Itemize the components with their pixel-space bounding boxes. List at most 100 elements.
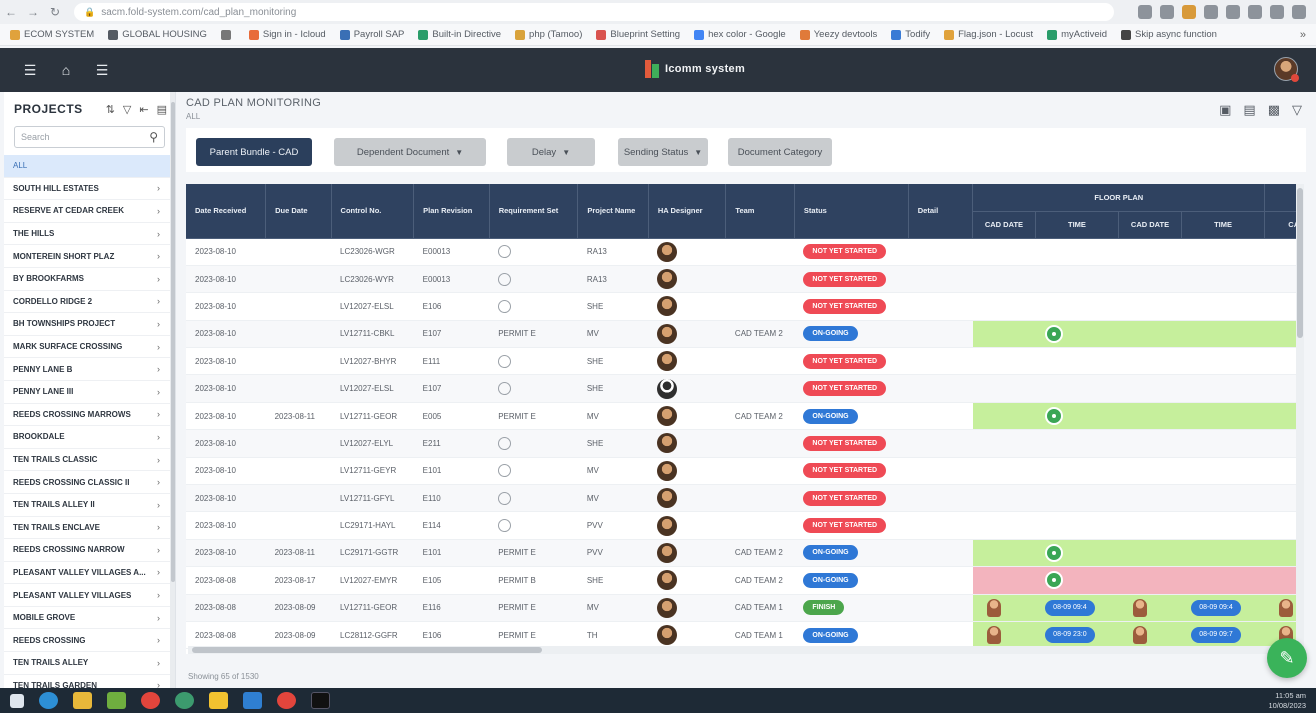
sort-icon[interactable]: ⇅	[106, 103, 115, 116]
edge-browser-icon[interactable]	[39, 692, 58, 709]
cad-date-badge[interactable]: 08-09 09:4	[1191, 599, 1241, 616]
table-row[interactable]: 2023-08-08 2023-08-09 LC28112-GGFR E106 PERM…	[186, 621, 1298, 650]
bookmark-item[interactable]: ECOM SYSTEM	[10, 29, 94, 40]
star-icon[interactable]	[1160, 5, 1174, 19]
status-badge[interactable]: NOT YET STARTED	[803, 244, 887, 260]
designer-avatar[interactable]	[657, 406, 678, 427]
list-icon[interactable]: ☰	[94, 62, 110, 79]
status-badge[interactable]: NOT YET STARTED	[803, 381, 887, 397]
table-vertical-scrollbar[interactable]	[1296, 184, 1304, 654]
extension-icon[interactable]	[1182, 5, 1196, 19]
cad-designer-avatar[interactable]	[1132, 626, 1147, 645]
collapse-icon[interactable]: ⇤	[139, 103, 148, 116]
table-row[interactable]: 2023-08-10 LC23026-WGR E00013 RA13 NOT YET S…	[186, 238, 1298, 266]
search-icon[interactable]: ⚲	[149, 130, 158, 144]
print-icon[interactable]: ▩	[1268, 102, 1280, 118]
sidebar-project-item[interactable]: PLEASANT VALLEY VILLAGES A... ›	[4, 562, 170, 585]
address-bar[interactable]: 🔒 sacm.fold-system.com/cad_plan_monitori…	[74, 3, 1114, 21]
dependent-document-dropdown[interactable]: Dependent Document ▼	[334, 138, 486, 166]
designer-avatar[interactable]	[657, 351, 678, 372]
table-row[interactable]: 2023-08-10 LV12711-CBKL E107 PERMIT E MV CAD …	[186, 320, 1298, 349]
chat-app-icon[interactable]	[175, 692, 194, 709]
column-header[interactable]: Detail	[908, 184, 974, 239]
sidepanel-icon[interactable]	[1248, 5, 1262, 19]
cad-designer-avatar[interactable]	[1278, 598, 1293, 617]
bookmark-item[interactable]: Todify	[891, 29, 930, 40]
spreadsheet-app-icon[interactable]	[107, 692, 126, 709]
sub-column-header[interactable]: CAD D	[1264, 211, 1298, 239]
delay-dropdown[interactable]: Delay ▼	[507, 138, 595, 166]
floor-plan-status-dot[interactable]	[1044, 543, 1063, 562]
parent-bundle-button[interactable]: Parent Bundle - CAD	[196, 138, 312, 166]
status-badge[interactable]: NOT YET STARTED	[803, 298, 887, 314]
status-badge[interactable]: ON-GOING	[803, 572, 858, 588]
designer-avatar[interactable]	[657, 269, 678, 290]
status-badge[interactable]: NOT YET STARTED	[803, 435, 887, 451]
table-row[interactable]: 2023-08-10 LV12027-ELYL E211 SHE NOT YET STA…	[186, 429, 1298, 458]
notes-app-icon[interactable]	[209, 692, 228, 709]
column-header[interactable]: HA Designer	[648, 184, 727, 239]
designer-avatar[interactable]	[657, 625, 678, 646]
menu-icon[interactable]	[1292, 5, 1306, 19]
sidebar-project-item[interactable]: BROOKDALE ›	[4, 426, 170, 449]
status-badge[interactable]: ON-GOING	[803, 545, 858, 561]
table-row[interactable]: 2023-08-10 LC29171-HAYL E114 PVV NOT YET STA…	[186, 511, 1298, 540]
requirement-radio[interactable]	[498, 436, 512, 450]
sidebar-search-input[interactable]: Search ⚲	[14, 126, 165, 148]
home-icon[interactable]: ⌂	[58, 62, 74, 78]
filter-icon[interactable]: ▽	[1292, 102, 1302, 118]
requirement-radio[interactable]	[498, 272, 512, 286]
chrome-browser-icon[interactable]	[277, 692, 296, 709]
forward-icon[interactable]: →	[22, 5, 44, 19]
requirement-radio[interactable]	[498, 299, 512, 313]
layout-icon[interactable]: ▤	[157, 103, 167, 116]
bookmarks-more-icon[interactable]: »	[1300, 29, 1306, 41]
column-header[interactable]: Control No.	[331, 184, 415, 239]
sidebar-project-item[interactable]: TEN TRAILS ALLEY II ›	[4, 494, 170, 517]
requirement-radio[interactable]	[498, 382, 512, 396]
edit-fab-button[interactable]: ✎	[1267, 638, 1307, 678]
floor-plan-status-dot[interactable]	[1044, 407, 1063, 426]
bookmark-item[interactable]: GLOBAL HOUSING	[108, 29, 207, 40]
requirement-radio[interactable]	[498, 354, 512, 368]
sidebar-project-item[interactable]: CORDELLO RIDGE 2 ›	[4, 291, 170, 314]
status-badge[interactable]: NOT YET STARTED	[803, 518, 887, 534]
floor-plan-status-dot[interactable]	[1044, 571, 1063, 590]
sidebar-project-item[interactable]: TEN TRAILS GARDEN ›	[4, 675, 170, 688]
sidebar-project-item[interactable]: TEN TRAILS ENCLAVE ›	[4, 517, 170, 540]
requirement-radio[interactable]	[498, 464, 512, 478]
column-header[interactable]: Requirement Set	[489, 184, 579, 239]
sidebar-project-item[interactable]: TEN TRAILS CLASSIC ›	[4, 449, 170, 472]
sidebar-project-item[interactable]: BY BROOKFARMS ›	[4, 268, 170, 291]
share-icon[interactable]	[1138, 5, 1152, 19]
cad-designer-avatar[interactable]	[986, 626, 1001, 645]
bookmark-item[interactable]: Flag.json - Locust	[944, 29, 1033, 40]
sidebar-project-item[interactable]: PENNY LANE B ›	[4, 358, 170, 381]
column-header[interactable]: Date Received	[186, 184, 267, 239]
bookmark-item[interactable]: Skip async function	[1121, 29, 1217, 40]
app-logo[interactable]: Icomm system	[645, 60, 745, 78]
bookmark-item[interactable]: php (Tamoo)	[515, 29, 582, 40]
sidebar-project-item[interactable]: REEDS CROSSING CLASSIC II ›	[4, 471, 170, 494]
sidebar-project-item[interactable]: PLEASANT VALLEY VILLAGES ›	[4, 584, 170, 607]
system-clock[interactable]: 11:05 am 10/08/2023	[1268, 691, 1316, 711]
status-badge[interactable]: ON-GOING	[803, 408, 858, 424]
designer-avatar[interactable]	[657, 570, 678, 591]
file-explorer-icon[interactable]	[73, 692, 92, 709]
column-header[interactable]: Due Date	[265, 184, 332, 239]
chrome-browser-icon[interactable]	[141, 692, 160, 709]
document-category-dropdown[interactable]: Document Category	[728, 138, 832, 166]
designer-avatar[interactable]	[657, 597, 678, 618]
designer-avatar[interactable]	[657, 296, 678, 317]
sidebar-project-item[interactable]: PENNY LANE III ›	[4, 381, 170, 404]
bookmark-item[interactable]: Payroll SAP	[339, 29, 404, 40]
table-horizontal-scrollbar[interactable]	[188, 646, 1298, 654]
bookmark-item[interactable]: Blueprint Setting	[596, 29, 680, 40]
status-badge[interactable]: NOT YET STARTED	[803, 353, 887, 369]
status-badge[interactable]: NOT YET STARTED	[803, 463, 887, 479]
sidebar-project-item[interactable]: MOBILE GROVE ›	[4, 607, 170, 630]
sidebar-project-item[interactable]: REEDS CROSSING NARROW ›	[4, 539, 170, 562]
status-badge[interactable]: NOT YET STARTED	[803, 271, 887, 287]
calendar-icon[interactable]: ▣	[1219, 102, 1231, 118]
sidebar-project-item[interactable]: RESERVE AT CEDAR CREEK ›	[4, 200, 170, 223]
